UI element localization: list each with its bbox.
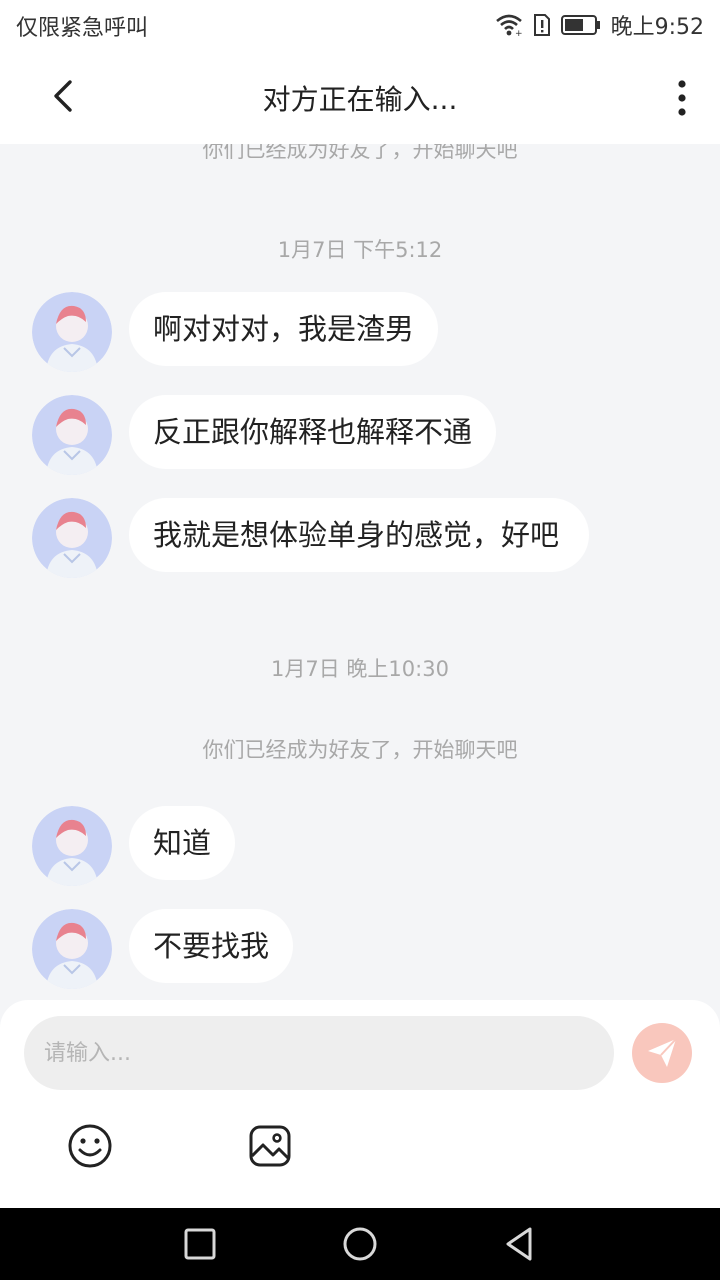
nav-back-button[interactable] xyxy=(500,1224,540,1264)
carrier-text: 仅限紧急呼叫 xyxy=(16,16,149,41)
message-input-box[interactable] xyxy=(24,1016,614,1090)
message-row: 知道 xyxy=(32,806,236,886)
recent-apps-button[interactable] xyxy=(180,1224,220,1264)
message-row: 不要找我 xyxy=(32,909,294,989)
message-bubble[interactable]: 知道 xyxy=(129,806,236,880)
sim-alert-icon xyxy=(533,13,551,37)
message-bubble[interactable]: 我就是想体验单身的感觉，好吧 xyxy=(129,498,589,572)
image-button[interactable] xyxy=(246,1122,294,1170)
status-icons: + 晚上9:52 xyxy=(495,8,704,42)
status-time: 晚上9:52 xyxy=(610,15,704,40)
more-vertical-icon xyxy=(678,80,686,116)
emoji-button[interactable] xyxy=(66,1122,114,1170)
home-icon xyxy=(343,1227,377,1261)
composer xyxy=(0,1000,720,1208)
more-button[interactable] xyxy=(670,74,694,122)
svg-text:+: + xyxy=(515,29,523,37)
timestamp: 1月7日 下午5:12 xyxy=(277,238,443,262)
home-button[interactable] xyxy=(340,1224,380,1264)
back-icon xyxy=(506,1227,532,1261)
send-button[interactable] xyxy=(632,1023,692,1083)
system-nav-bar xyxy=(0,1208,720,1280)
header: 对方正在输入... xyxy=(0,50,720,144)
system-message: 你们已经成为好友了，开始聊天吧 xyxy=(202,738,518,762)
avatar[interactable] xyxy=(32,395,112,475)
avatar[interactable] xyxy=(32,292,112,372)
chat-area[interactable]: 你们已经成为好友了，开始聊天吧 1月7日 下午5:12 啊对对对，我是渣男 反正… xyxy=(0,144,720,1000)
system-message: 你们已经成为好友了，开始聊天吧 xyxy=(202,144,518,162)
message-bubble[interactable]: 啊对对对，我是渣男 xyxy=(129,292,439,366)
message-row: 啊对对对，我是渣男 xyxy=(32,292,439,372)
status-bar: 仅限紧急呼叫 + 晚上9:52 xyxy=(0,0,720,50)
battery-icon xyxy=(560,14,601,36)
message-bubble[interactable]: 反正跟你解释也解释不通 xyxy=(129,395,497,469)
message-row: 我就是想体验单身的感觉，好吧 xyxy=(32,498,589,578)
avatar[interactable] xyxy=(32,498,112,578)
image-icon xyxy=(249,1125,291,1167)
wifi-icon: + xyxy=(495,13,523,37)
page-title: 对方正在输入... xyxy=(262,83,458,116)
avatar[interactable] xyxy=(32,909,112,989)
message-bubble[interactable]: 不要找我 xyxy=(129,909,294,983)
recent-apps-icon xyxy=(184,1228,216,1260)
emoji-icon xyxy=(68,1124,112,1168)
message-row: 反正跟你解释也解释不通 xyxy=(32,395,497,475)
timestamp: 1月7日 晚上10:30 xyxy=(271,657,449,681)
message-input[interactable] xyxy=(24,1016,614,1090)
send-icon xyxy=(648,1038,677,1067)
avatar[interactable] xyxy=(32,806,112,886)
